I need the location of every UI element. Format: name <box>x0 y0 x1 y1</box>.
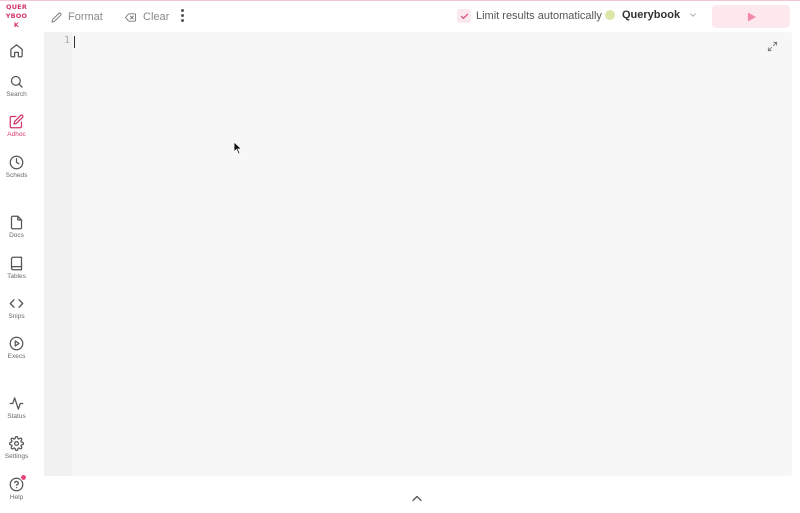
sidebar-item-tables[interactable]: Tables <box>0 256 33 280</box>
activity-icon <box>9 397 24 410</box>
logo-line-3: K <box>13 21 20 29</box>
pencil-icon <box>51 12 62 23</box>
querybook-logo[interactable]: QUER YBOO K <box>0 3 33 30</box>
sidebar-item-label: Help <box>9 494 24 501</box>
clear-button[interactable]: Clear <box>124 8 169 26</box>
sidebar-item-label: Scheds <box>5 172 28 179</box>
top-accent-border <box>0 0 800 1</box>
sidebar-item-help[interactable]: Help <box>0 474 33 501</box>
sidebar-item-label: Settings <box>4 453 29 460</box>
sidebar-item-label: Tables <box>7 273 26 280</box>
format-button[interactable]: Format <box>51 8 103 26</box>
line-number-gutter: 1 <box>44 32 72 476</box>
maximize-icon <box>767 41 778 52</box>
engine-status-dot <box>605 10 615 20</box>
file-icon <box>10 215 23 230</box>
expand-results-button[interactable] <box>411 490 423 508</box>
sidebar-item-home[interactable] <box>0 43 33 58</box>
code-icon <box>9 299 24 308</box>
engine-label: Querybook <box>622 9 681 21</box>
sidebar-item-label: Adhoc <box>7 131 26 138</box>
clear-label: Clear <box>143 11 170 23</box>
sidebar-item-label: Snips <box>8 313 25 320</box>
logo-line-1: QUER <box>5 3 28 11</box>
sidebar-item-label: Execs <box>7 353 26 360</box>
text-caret <box>74 36 75 48</box>
sidebar-item-settings[interactable]: Settings <box>0 436 33 460</box>
sidebar-item-label: Docs <box>9 232 24 239</box>
format-label: Format <box>68 11 103 23</box>
fullscreen-button[interactable] <box>767 39 778 57</box>
sidebar-item-docs[interactable]: Docs <box>0 215 33 239</box>
sidebar-item-status[interactable]: Status <box>0 396 33 420</box>
sidebar-item-snips[interactable]: Snips <box>0 296 33 320</box>
book-icon <box>10 256 23 271</box>
sidebar-item-execs[interactable]: Execs <box>0 336 33 360</box>
limit-checkbox[interactable] <box>457 9 471 23</box>
logo-line-2: YBOO <box>5 12 28 20</box>
sidebar-item-scheds[interactable]: Scheds <box>0 155 33 179</box>
chevron-down-icon <box>690 13 696 17</box>
sidebar: QUER YBOO K Search Adhoc Scheds Docs Tab… <box>0 1 33 513</box>
home-icon <box>10 44 23 58</box>
sidebar-item-label: Status <box>7 413 26 420</box>
check-icon <box>460 13 468 19</box>
sidebar-item-adhoc[interactable]: Adhoc <box>0 114 33 138</box>
more-options-button[interactable] <box>178 9 186 23</box>
mouse-pointer-icon <box>233 141 243 160</box>
more-vertical-icon <box>180 9 184 12</box>
chevron-up-icon <box>412 495 422 502</box>
line-number: 1 <box>63 35 70 46</box>
play-icon <box>747 12 756 21</box>
gear-icon <box>9 436 24 451</box>
engine-selector[interactable]: Querybook <box>605 9 698 21</box>
clock-icon <box>9 155 24 170</box>
search-icon <box>10 75 23 88</box>
limit-label: Limit results automatically <box>476 10 602 22</box>
limit-results-toggle[interactable]: Limit results automatically <box>457 9 602 23</box>
notification-dot <box>20 474 27 481</box>
run-query-button[interactable] <box>712 5 790 28</box>
query-editor[interactable]: 1 <box>44 32 792 476</box>
delete-icon <box>125 12 136 22</box>
sidebar-item-label: Search <box>6 91 27 98</box>
play-circle-icon <box>9 336 24 351</box>
sidebar-item-search[interactable]: Search <box>0 74 33 98</box>
edit-icon <box>9 114 24 129</box>
